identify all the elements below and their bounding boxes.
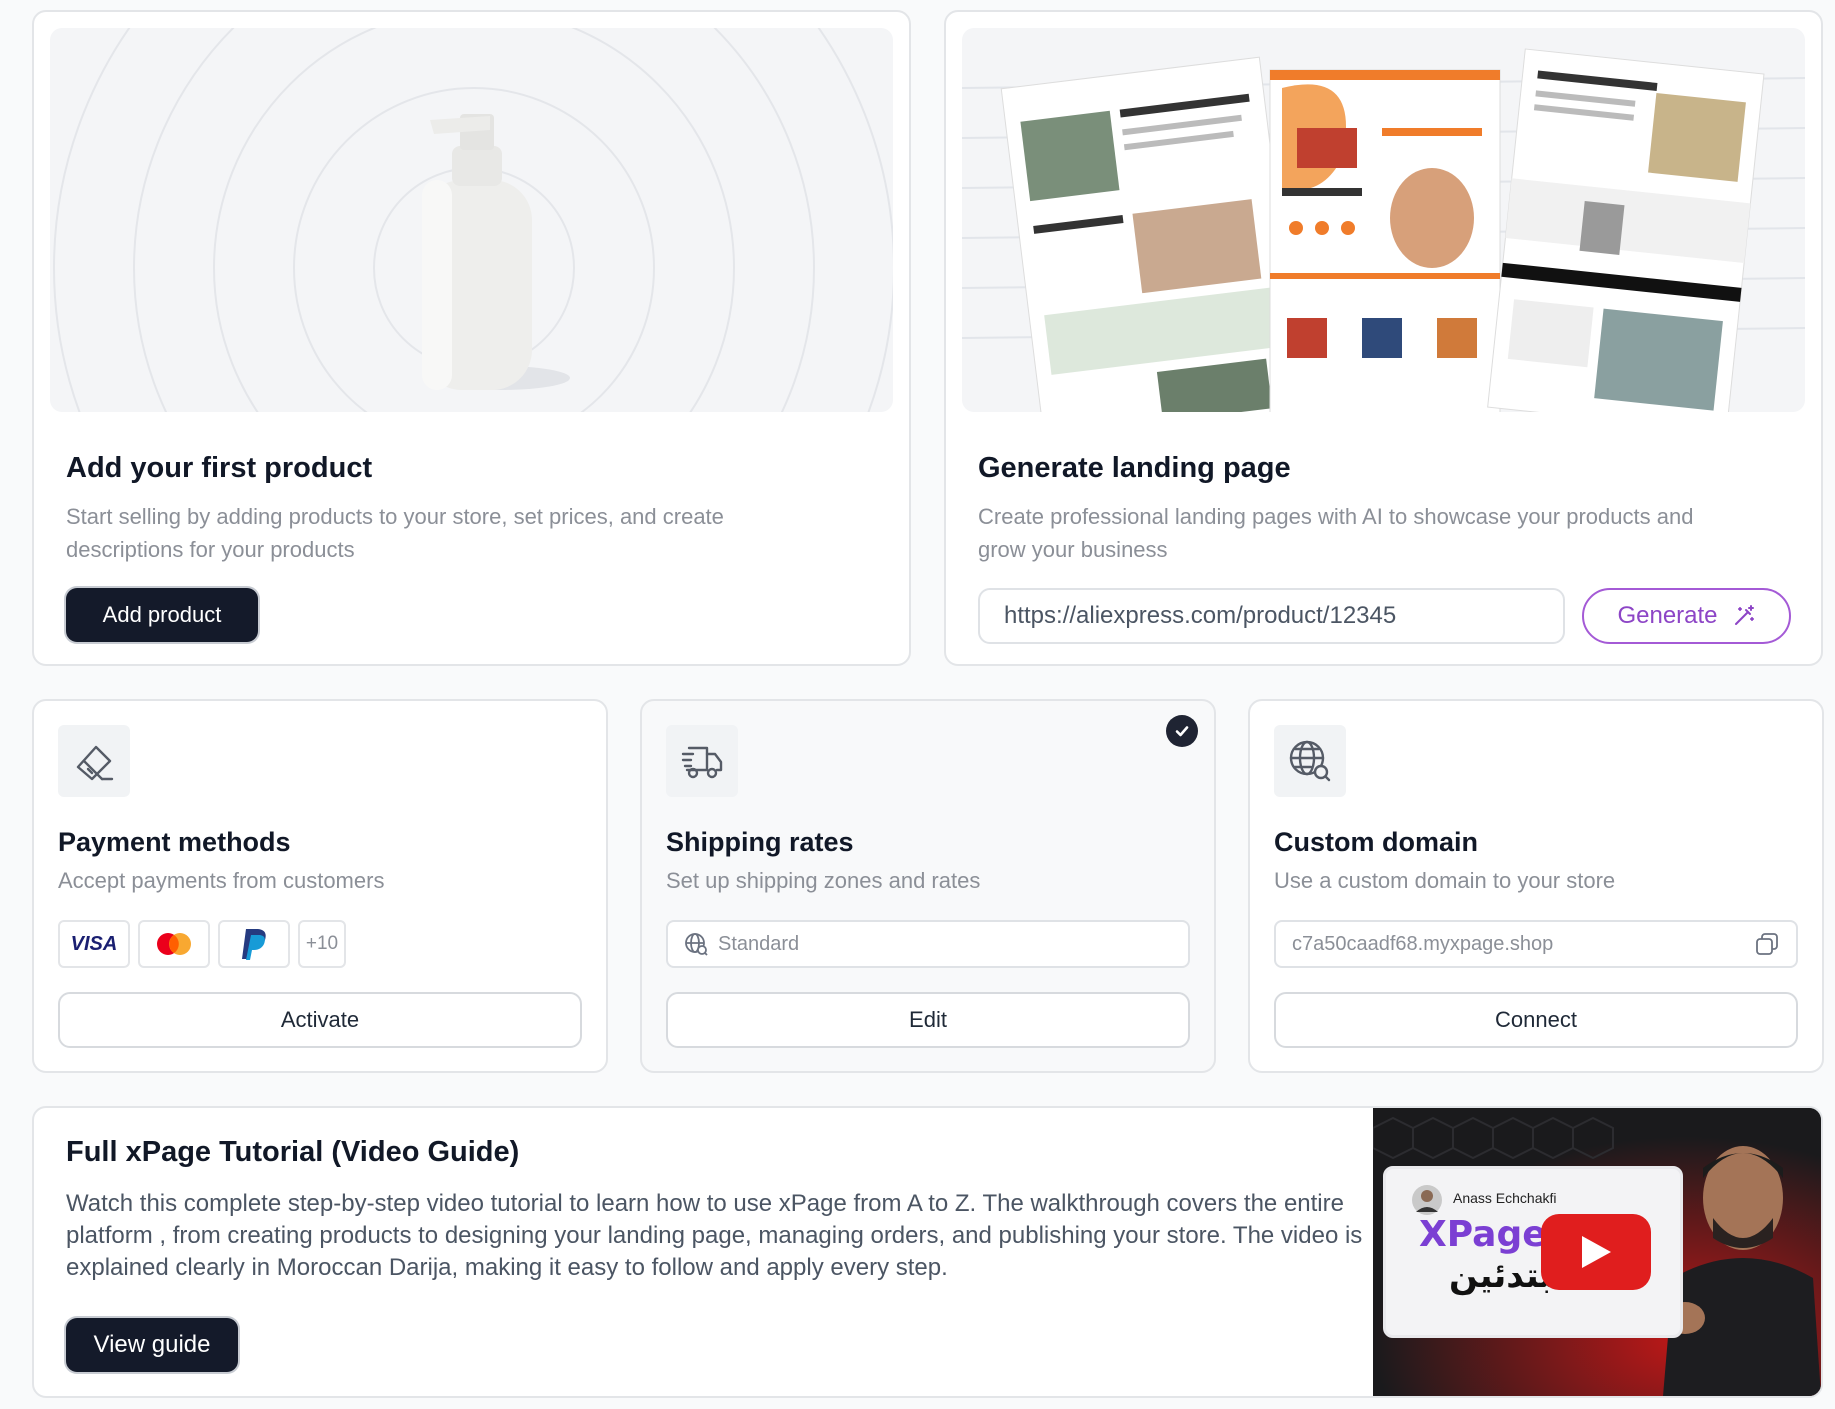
shipping-zone-value: Standard [718, 932, 800, 955]
magic-wand-icon [1734, 605, 1754, 625]
tutorial-card: Full xPage Tutorial (Video Guide) Watch … [32, 1106, 1823, 1398]
bottle-illustration [53, 28, 893, 412]
landing-preview-image [962, 28, 1805, 412]
card-subtitle: Use a custom domain to your store [1274, 868, 1616, 893]
card-title: Add your first product [66, 452, 373, 484]
card-title: Custom domain [1274, 827, 1479, 857]
custom-domain-card: Custom domain Use a custom domain to you… [1248, 699, 1824, 1073]
generate-landing-card: Generate landing page Create professiona… [944, 10, 1823, 666]
copy-icon[interactable] [1754, 931, 1780, 957]
card-title: Generate landing page [978, 452, 1291, 484]
product-url-input[interactable]: https://aliexpress.com/product/12345 [978, 588, 1565, 644]
globe-icon [685, 933, 708, 956]
activate-button[interactable]: Activate [58, 992, 582, 1048]
video-thumbnail[interactable]: Anass Echchakfi XPage مبتدئين [1373, 1108, 1821, 1396]
globe-search-icon [1274, 725, 1346, 797]
mastercard-logo [138, 920, 210, 968]
view-guide-button[interactable]: View guide [66, 1318, 238, 1372]
visa-logo: VISA [58, 920, 130, 968]
avatar [1412, 1185, 1442, 1215]
card-description: Create professional landing pages with A… [978, 504, 1694, 562]
domain-value: c7a50caadf68.myxpage.shop [1292, 932, 1554, 955]
channel-name: Anass Echchakfi [1453, 1190, 1557, 1206]
connect-button[interactable]: Connect [1274, 992, 1798, 1048]
shipping-zone-field[interactable]: Standard [666, 920, 1190, 968]
product-hero-image [50, 28, 893, 412]
check-icon [1166, 715, 1198, 747]
delivery-truck-icon [666, 725, 738, 797]
domain-field[interactable]: c7a50caadf68.myxpage.shop [1274, 920, 1798, 968]
landing-previews-illustration [962, 48, 1805, 412]
card-title: Payment methods [58, 827, 291, 857]
generate-button[interactable]: Generate [1582, 588, 1791, 644]
card-subtitle: Set up shipping zones and rates [666, 868, 981, 893]
payment-methods-card: Payment methods Accept payments from cus… [32, 699, 608, 1073]
generate-button-label: Generate [1617, 602, 1718, 629]
card-subtitle: Accept payments from customers [58, 868, 385, 893]
shipping-rates-card: Shipping rates Set up shipping zones and… [640, 699, 1216, 1073]
edit-button[interactable]: Edit [666, 992, 1190, 1048]
play-button-icon[interactable] [1541, 1214, 1651, 1290]
card-title: Full xPage Tutorial (Video Guide) [66, 1136, 520, 1168]
add-product-card: Add your first product Start selling by … [32, 10, 911, 666]
more-payment-methods-badge: +10 [298, 920, 346, 968]
card-description: Start selling by adding products to your… [66, 504, 724, 562]
payment-logos: VISA +10 [58, 920, 346, 968]
payment-card-icon [58, 725, 130, 797]
add-product-button[interactable]: Add product [66, 588, 258, 642]
xpage-logo: XPage [1419, 1214, 1547, 1255]
card-description: Watch this complete step-by-step video t… [66, 1190, 1363, 1281]
paypal-logo [218, 920, 290, 968]
card-title: Shipping rates [666, 827, 854, 857]
